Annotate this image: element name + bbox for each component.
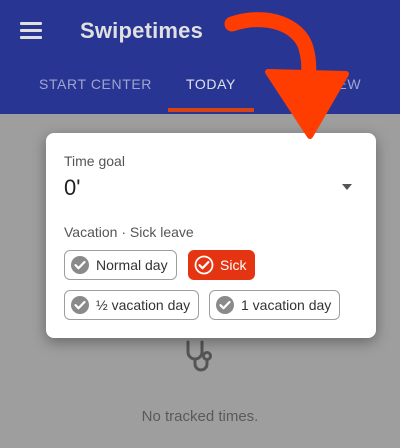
check-circle-icon [71, 296, 89, 314]
dropdown-arrow-icon[interactable] [342, 184, 352, 190]
chip-label: Sick [220, 257, 247, 273]
app-bar: Swipetimes START CENTER TODAY VIEW [0, 0, 400, 114]
day-settings-dialog: Time goal 0' Vacation · Sick leave Norma… [46, 133, 376, 338]
check-circle-icon [216, 296, 234, 314]
chip-half-vacation-day[interactable]: ½ vacation day [64, 290, 200, 320]
time-goal-label: Time goal [64, 153, 125, 169]
menu-icon[interactable] [20, 22, 42, 40]
check-circle-icon [194, 255, 214, 275]
chip-normal-day[interactable]: Normal day [64, 250, 177, 280]
check-circle-icon [71, 256, 89, 274]
vacation-sick-leave-label: Vacation · Sick leave [64, 224, 194, 240]
time-goal-value[interactable]: 0' [64, 175, 80, 201]
stethoscope-icon [186, 340, 212, 372]
chip-label: Normal day [96, 257, 168, 273]
app-title: Swipetimes [80, 18, 204, 43]
tab-today[interactable]: TODAY [186, 76, 236, 92]
chip-sick[interactable]: Sick [188, 250, 256, 280]
active-tab-indicator [168, 108, 254, 112]
chip-label: 1 vacation day [241, 297, 332, 313]
tab-start-center[interactable]: START CENTER [39, 76, 152, 92]
chip-one-vacation-day[interactable]: 1 vacation day [209, 290, 341, 320]
chip-label: ½ vacation day [96, 297, 191, 313]
tab-view[interactable]: VIEW [323, 76, 361, 92]
empty-state-text: No tracked times. [141, 408, 259, 425]
